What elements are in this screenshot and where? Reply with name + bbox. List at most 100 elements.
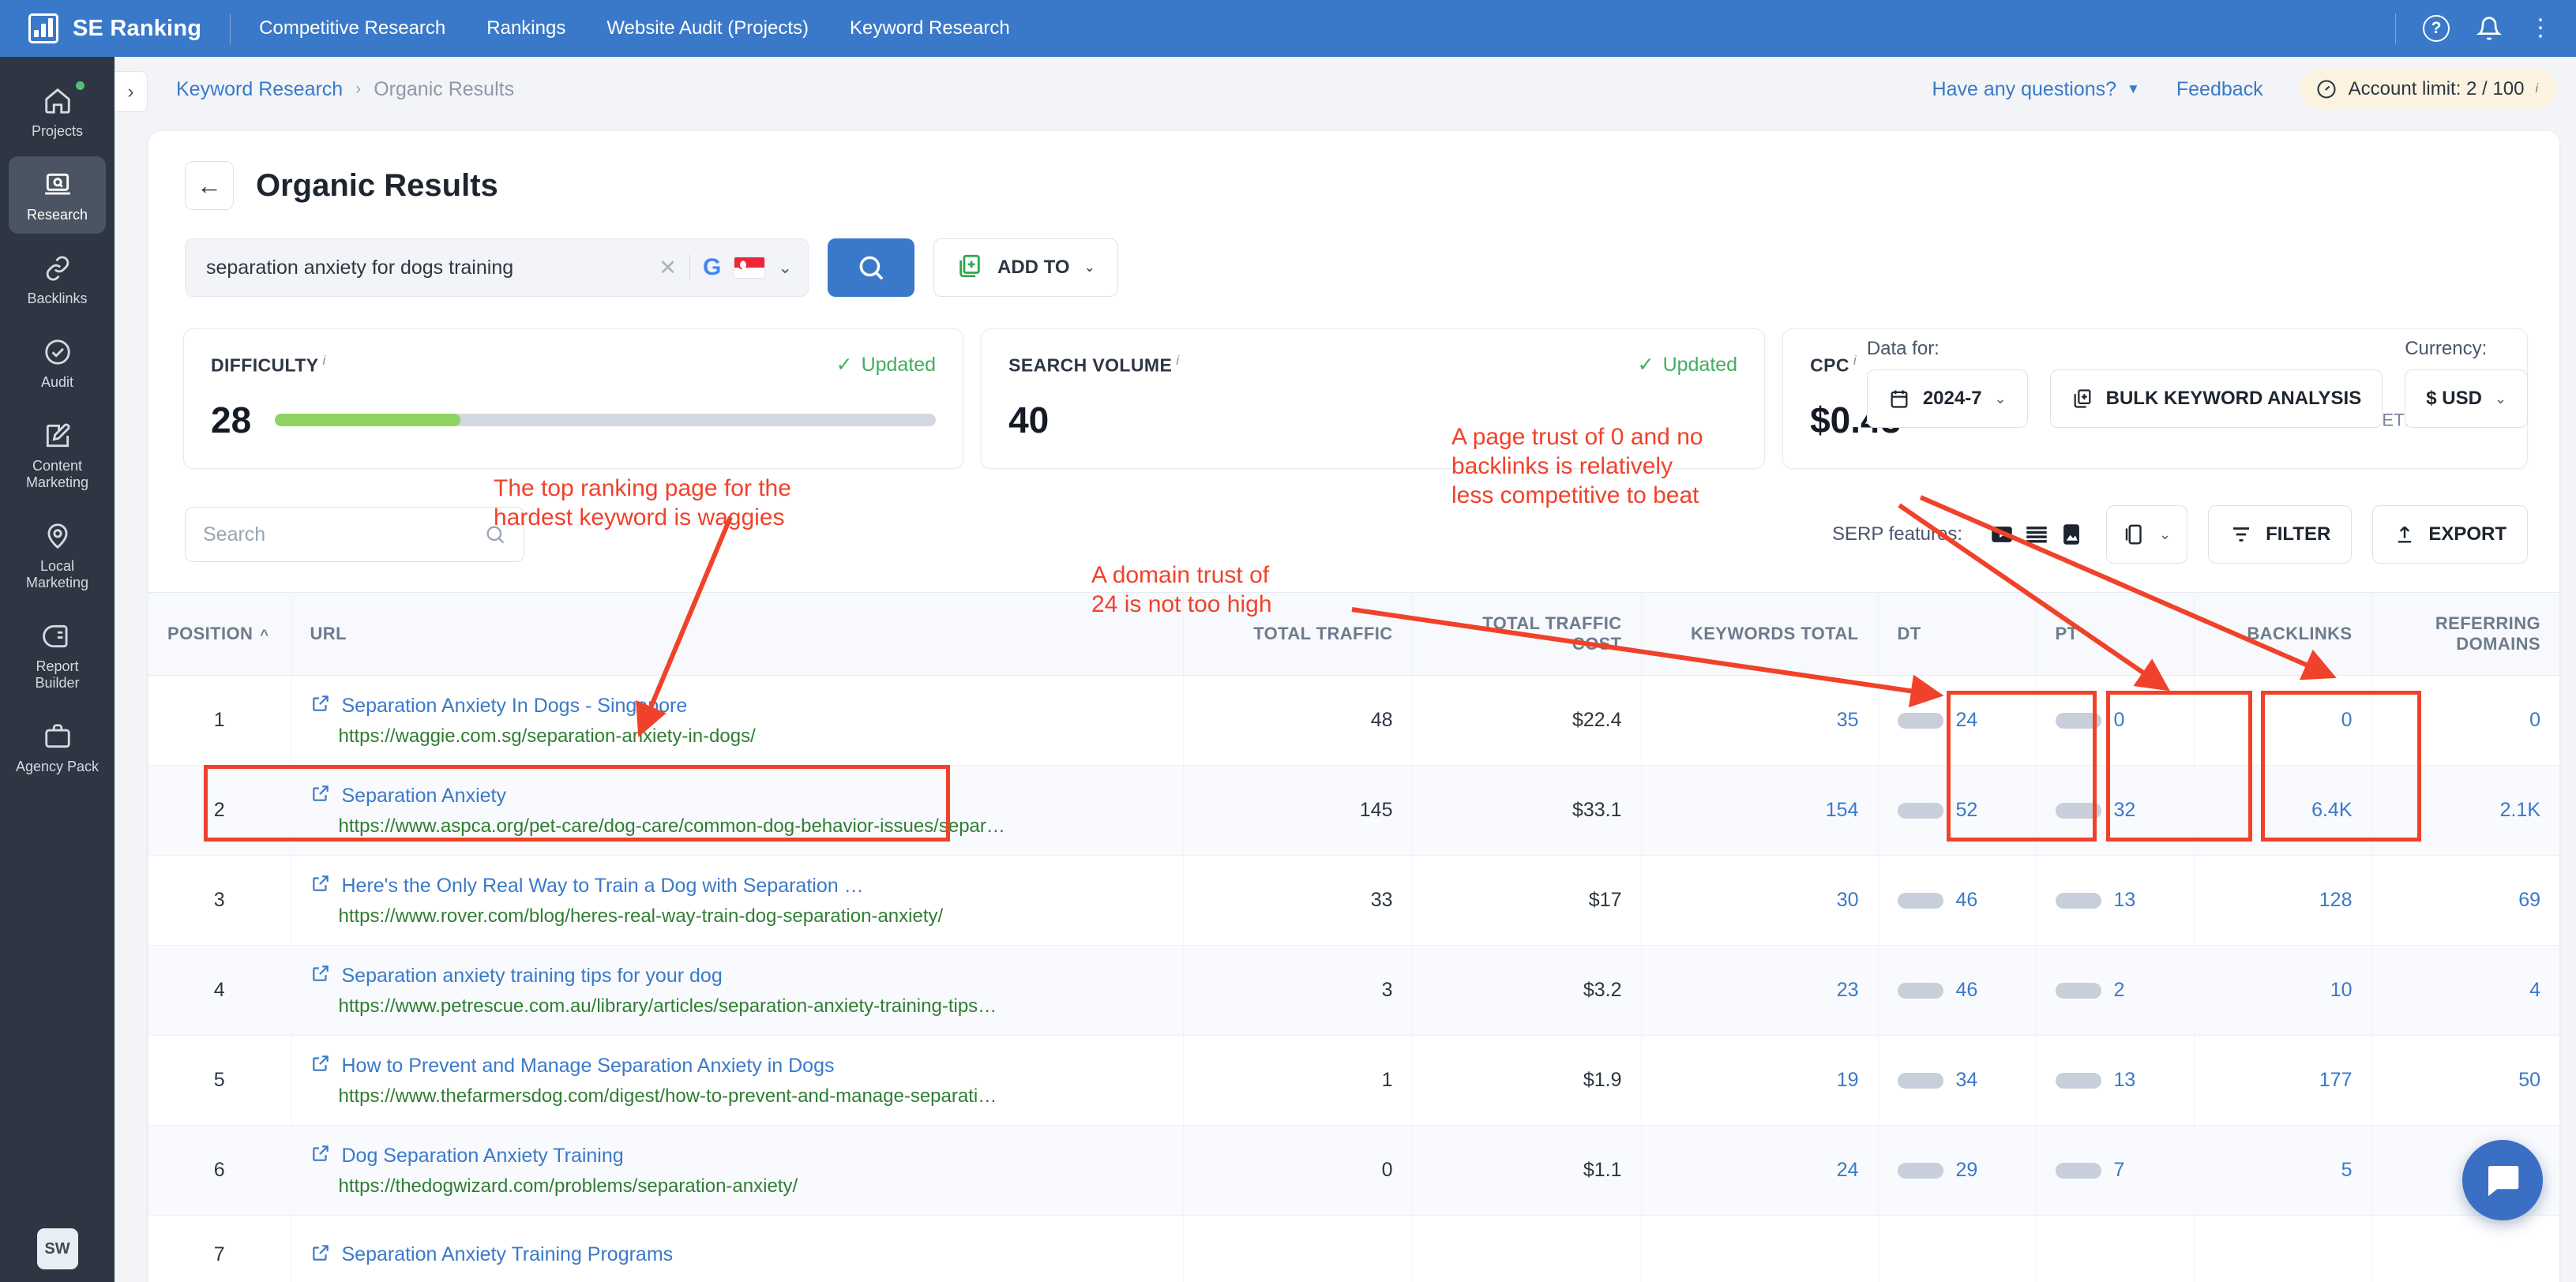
close-icon[interactable]: ✕	[659, 256, 677, 280]
help-icon[interactable]: ?	[2423, 15, 2450, 42]
cell-url[interactable]: Separation Anxiety Training Programs	[291, 1215, 1184, 1282]
info-icon[interactable]: i	[1853, 353, 1857, 368]
sidebar-item-research[interactable]: Research	[9, 156, 106, 234]
sidebar-collapse-toggle[interactable]: ›	[115, 71, 148, 112]
result-url[interactable]: https://www.aspca.org/pet-care/dog-care/…	[339, 815, 1164, 838]
sidebar-item-projects[interactable]: Projects	[9, 73, 106, 150]
nav-keyword-research[interactable]: Keyword Research	[850, 17, 1010, 39]
nav-competitive-research[interactable]: Competitive Research	[259, 17, 445, 39]
brand[interactable]: SE Ranking	[28, 13, 201, 43]
add-to-button[interactable]: ADD TO ⌄	[933, 238, 1118, 297]
cell-url[interactable]: Here's the Only Real Way to Train a Dog …	[291, 855, 1184, 946]
sidebar-item-content-marketing[interactable]: Content Marketing	[9, 407, 106, 501]
user-avatar[interactable]: SW	[36, 1228, 78, 1269]
chat-bubble-icon[interactable]	[2462, 1140, 2543, 1220]
column-header-url[interactable]: URL	[291, 592, 1184, 676]
cell-keywords-total[interactable]: 35	[1641, 675, 1879, 766]
cell-referring-domains[interactable]: 0	[2371, 675, 2559, 766]
breadcrumb-parent[interactable]: Keyword Research	[176, 78, 343, 101]
cell-keywords-total[interactable]: 24	[1641, 1125, 1879, 1216]
cell-referring-domains[interactable]	[2371, 1215, 2559, 1282]
cell-referring-domains[interactable]: 50	[2371, 1035, 2559, 1126]
chevron-down-icon[interactable]: ⌄	[778, 258, 792, 278]
cell-keywords-total[interactable]: 23	[1641, 945, 1879, 1036]
date-picker-button[interactable]: 2024-7 ⌄	[1866, 369, 2028, 428]
sidebar-item-local-marketing[interactable]: Local Marketing	[9, 508, 106, 602]
cell-url[interactable]: Separation Anxiety In Dogs - Singapore ht…	[291, 675, 1184, 766]
cell-keywords-total[interactable]: 30	[1641, 855, 1879, 946]
account-limit-badge[interactable]: Account limit: 2 / 100 i	[2299, 69, 2557, 109]
back-button[interactable]: ←	[185, 161, 234, 210]
nav-rankings[interactable]: Rankings	[486, 17, 565, 39]
cell-keywords-total[interactable]: 154	[1641, 765, 1879, 856]
info-icon[interactable]: i	[322, 353, 325, 368]
result-title-link[interactable]: Separation Anxiety	[310, 783, 1164, 808]
result-url[interactable]: https://waggie.com.sg/separation-anxiety…	[339, 725, 1164, 748]
table-row[interactable]: 5 How to Prevent and Manage Separation An…	[148, 1035, 2559, 1126]
list-icon[interactable]	[2022, 520, 2051, 549]
cell-url[interactable]: Dog Separation Anxiety Training https://t…	[291, 1125, 1184, 1216]
cell-backlinks[interactable]: 177	[2194, 1035, 2372, 1126]
cell-backlinks[interactable]: 6.4K	[2194, 765, 2372, 856]
more-options-icon[interactable]: ⋮	[2529, 17, 2554, 40]
sidebar-item-report-builder[interactable]: Report Builder	[9, 608, 106, 702]
result-title-link[interactable]: Separation Anxiety Training Programs	[310, 1243, 1164, 1268]
image-icon[interactable]	[2057, 520, 2086, 549]
column-header-dt[interactable]: DT	[1878, 592, 2037, 676]
info-icon[interactable]: i	[1176, 353, 1179, 368]
sidebar-item-backlinks[interactable]: Backlinks	[9, 240, 106, 317]
cell-url[interactable]: How to Prevent and Manage Separation Anx…	[291, 1035, 1184, 1126]
table-row[interactable]: 7 Separation Anxiety Training Programs	[148, 1215, 2559, 1282]
google-icon[interactable]: G	[703, 256, 721, 279]
table-search-field[interactable]	[185, 507, 524, 562]
sidebar-item-audit[interactable]: Audit	[9, 324, 106, 401]
cell-backlinks[interactable]: 10	[2194, 945, 2372, 1036]
cell-referring-domains[interactable]: 69	[2371, 855, 2559, 946]
cell-url[interactable]: Separation anxiety training tips for you…	[291, 945, 1184, 1036]
result-url[interactable]: https://www.thefarmersdog.com/digest/how…	[339, 1085, 1164, 1108]
nav-website-audit[interactable]: Website Audit (Projects)	[606, 17, 809, 39]
feedback-link[interactable]: Feedback	[2176, 78, 2263, 101]
column-header-referring-domains[interactable]: REFERRING DOMAINS	[2371, 592, 2559, 676]
result-url[interactable]: https://www.rover.com/blog/heres-real-wa…	[339, 905, 1164, 928]
cell-url[interactable]: Separation Anxiety https://www.aspca.org/…	[291, 765, 1184, 856]
cell-backlinks[interactable]: 5	[2194, 1125, 2372, 1216]
result-title-link[interactable]: Dog Separation Anxiety Training	[310, 1143, 1164, 1168]
table-row[interactable]: 4 Separation anxiety training tips for yo…	[148, 945, 2559, 1036]
device-toggle-button[interactable]: ⌄	[2106, 505, 2188, 564]
sidebar-item-agency-pack[interactable]: Agency Pack	[9, 708, 106, 785]
result-url[interactable]: https://www.petrescue.com.au/library/art…	[339, 995, 1164, 1018]
result-title-link[interactable]: Separation anxiety training tips for you…	[310, 963, 1164, 988]
table-row[interactable]: 3 Here's the Only Real Way to Train a Dog…	[148, 855, 2559, 946]
column-header-keywords-total[interactable]: KEYWORDS TOTAL	[1641, 592, 1879, 676]
bulk-keyword-analysis-button[interactable]: BULK KEYWORD ANALYSIS	[2049, 369, 2383, 428]
cell-keywords-total[interactable]	[1641, 1215, 1879, 1282]
column-header-total-traffic-cost[interactable]: TOTAL TRAFFIC COST	[1412, 592, 1642, 676]
video-icon[interactable]	[1988, 520, 2016, 549]
cell-backlinks[interactable]	[2194, 1215, 2372, 1282]
export-button[interactable]: EXPORT	[2372, 505, 2528, 564]
have-questions-dropdown[interactable]: Have any questions? ▼	[1932, 78, 2140, 101]
cell-keywords-total[interactable]: 19	[1641, 1035, 1879, 1126]
cell-referring-domains[interactable]: 2.1K	[2371, 765, 2559, 856]
filter-button[interactable]: FILTER	[2208, 505, 2353, 564]
table-row[interactable]: 1 Separation Anxiety In Dogs - Singapore h…	[148, 675, 2559, 766]
table-search-input[interactable]	[203, 523, 476, 546]
search-input[interactable]	[206, 256, 647, 279]
result-title-link[interactable]: How to Prevent and Manage Separation Anx…	[310, 1053, 1164, 1078]
singapore-flag-icon[interactable]	[734, 257, 766, 279]
cell-backlinks[interactable]: 0	[2194, 675, 2372, 766]
column-header-position[interactable]: POSITION ^	[148, 592, 291, 676]
cell-referring-domains[interactable]: 4	[2371, 945, 2559, 1036]
cell-backlinks[interactable]: 128	[2194, 855, 2372, 946]
search-button[interactable]	[828, 238, 914, 297]
result-title-link[interactable]: Here's the Only Real Way to Train a Dog …	[310, 873, 1164, 898]
result-title-link[interactable]: Separation Anxiety In Dogs - Singapore	[310, 693, 1164, 718]
keyword-search-field[interactable]: ✕ G ⌄	[185, 238, 809, 297]
result-url[interactable]: https://thedogwizard.com/problems/separa…	[339, 1175, 1164, 1198]
table-row[interactable]: 6 Dog Separation Anxiety Training https://…	[148, 1125, 2559, 1216]
column-header-backlinks[interactable]: BACKLINKS	[2194, 592, 2372, 676]
column-header-pt[interactable]: PT	[2036, 592, 2195, 676]
notification-bell-icon[interactable]	[2476, 15, 2502, 42]
account-limit-info-icon[interactable]: i	[2535, 82, 2538, 96]
